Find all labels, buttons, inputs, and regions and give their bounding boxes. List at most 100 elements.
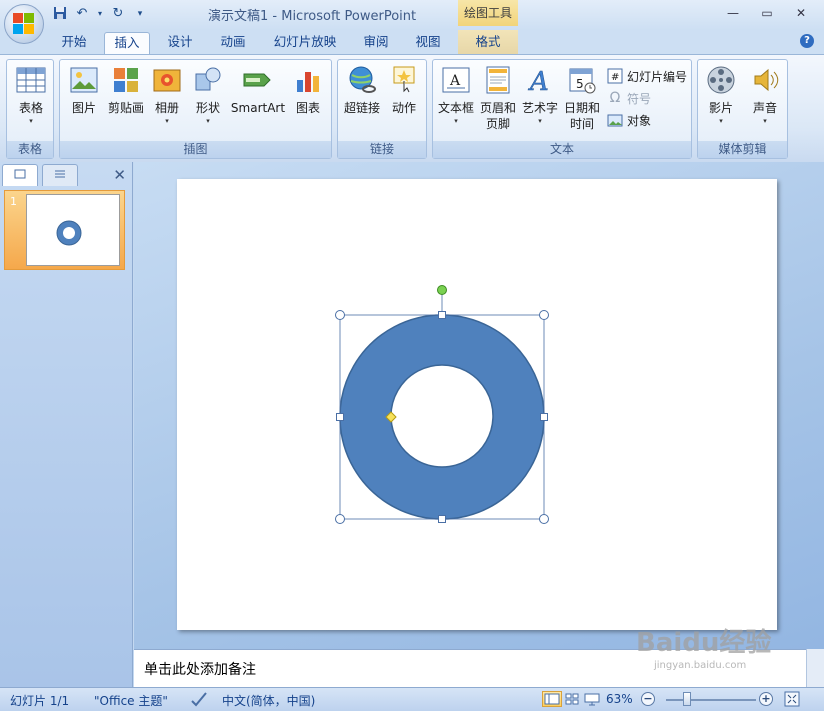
- donut-shape: [339, 314, 545, 520]
- chart-button[interactable]: 图表: [288, 64, 328, 136]
- ribbon-tabs: 开始 插入 设计 动画 幻灯片放映 审阅 视图 格式 ?: [0, 30, 824, 54]
- slide-sorter-view-icon[interactable]: [562, 691, 582, 707]
- zoom-in-icon[interactable]: +: [759, 692, 773, 706]
- undo-dropdown-icon[interactable]: ▾: [96, 6, 104, 22]
- save-icon[interactable]: [52, 6, 68, 22]
- notes-placeholder: 单击此处添加备注: [144, 662, 256, 678]
- office-logo-icon: [13, 13, 35, 35]
- minimize-icon[interactable]: —: [716, 2, 750, 24]
- sound-dropdown-icon: ▾: [763, 117, 767, 125]
- resize-handle-bl: [335, 514, 345, 524]
- shapes-button[interactable]: 形状 ▾: [188, 64, 228, 136]
- slide-count: 幻灯片 1/1: [10, 694, 70, 708]
- resize-handle-right: [540, 413, 548, 421]
- group-label-text: 文本: [433, 141, 691, 158]
- status-bar: 幻灯片 1/1 "Office 主题" 中文(简体，中国) 63% − +: [0, 687, 824, 711]
- resize-handle-tl: [335, 310, 345, 320]
- group-media: 影片 ▾ 声音 ▾ 媒体剪辑: [697, 59, 788, 159]
- chart-icon: [292, 64, 324, 96]
- movie-button[interactable]: 影片 ▾: [700, 64, 742, 136]
- zoom-level[interactable]: 63%: [606, 692, 633, 706]
- zoom-slider[interactable]: [666, 699, 756, 701]
- window-title: 演示文稿1 - Microsoft PowerPoint: [208, 9, 417, 24]
- header-footer-button[interactable]: 页眉和 页脚: [477, 64, 519, 136]
- table-dropdown-icon: ▾: [29, 117, 33, 125]
- tab-review[interactable]: 审阅: [356, 32, 396, 54]
- action-button[interactable]: 动作: [384, 64, 424, 136]
- ribbon: 表格 ▾ 表格 图片 剪贴画 相册 ▾ 形状 ▾ SmartArt 图表 插图 …: [0, 54, 824, 162]
- smartart-icon: [242, 64, 274, 96]
- slide-canvas[interactable]: [177, 179, 777, 630]
- hyperlink-button[interactable]: 超链接: [340, 64, 384, 136]
- speaker-icon: [749, 64, 781, 96]
- wordart-button[interactable]: A 艺术字 ▾: [519, 64, 561, 136]
- object-button[interactable]: 对象: [607, 110, 651, 130]
- textbox-icon: A: [440, 64, 472, 96]
- tab-animation[interactable]: 动画: [212, 32, 254, 54]
- tab-format[interactable]: 格式: [466, 32, 510, 54]
- slide-number-icon: #: [607, 68, 623, 84]
- customize-qat-icon[interactable]: ▾: [132, 6, 148, 22]
- sound-button[interactable]: 声音 ▾: [744, 64, 786, 136]
- wordart-dropdown-icon: ▾: [538, 117, 542, 125]
- close-icon[interactable]: ✕: [784, 2, 818, 24]
- notes-scrollbar[interactable]: [806, 649, 824, 687]
- baidu-watermark: Baidu经验 jingyan.baidu.com: [636, 628, 772, 671]
- fit-to-window-icon[interactable]: [784, 691, 800, 710]
- language: 中文(简体，中国): [222, 694, 316, 708]
- picture-icon: [68, 64, 100, 96]
- tab-insert[interactable]: 插入: [104, 32, 150, 54]
- textbox-button[interactable]: A 文本框 ▾: [435, 64, 477, 136]
- slide-workspace: [134, 162, 824, 649]
- photo-album-dropdown-icon: ▾: [165, 117, 169, 125]
- tab-view[interactable]: 视图: [408, 32, 448, 54]
- tab-home[interactable]: 开始: [54, 32, 94, 54]
- resize-handle-left: [336, 413, 344, 421]
- picture-button[interactable]: 图片: [64, 64, 104, 136]
- object-icon: [607, 112, 623, 128]
- slide-thumbnail[interactable]: [26, 194, 120, 266]
- slide-thumbnail-selected[interactable]: 1: [4, 190, 125, 270]
- resize-handle-top: [438, 311, 446, 319]
- zoom-out-icon[interactable]: −: [641, 692, 655, 706]
- rotation-handle: [437, 285, 447, 295]
- textbox-dropdown-icon: ▾: [454, 117, 458, 125]
- tab-outline[interactable]: [42, 164, 78, 186]
- tab-slides[interactable]: [2, 164, 38, 186]
- office-button[interactable]: [4, 4, 44, 44]
- tab-design[interactable]: 设计: [160, 32, 200, 54]
- slideshow-view-icon[interactable]: [582, 691, 602, 707]
- group-table: 表格 ▾ 表格: [6, 59, 54, 159]
- redo-icon[interactable]: ↻: [110, 6, 126, 22]
- close-panel-icon[interactable]: ✕: [113, 166, 126, 184]
- spellcheck-icon[interactable]: [190, 691, 208, 710]
- smartart-button[interactable]: SmartArt: [230, 64, 286, 136]
- slide-number-button[interactable]: # 幻灯片编号: [607, 66, 687, 86]
- group-illustrations: 图片 剪贴画 相册 ▾ 形状 ▾ SmartArt 图表 插图: [59, 59, 332, 159]
- svg-text:5: 5: [576, 77, 584, 91]
- group-label-illustrations: 插图: [60, 141, 331, 158]
- photo-album-button[interactable]: 相册 ▾: [148, 64, 186, 136]
- movie-dropdown-icon: ▾: [719, 117, 723, 125]
- shapes-dropdown-icon: ▾: [206, 117, 210, 125]
- clipart-button[interactable]: 剪贴画: [106, 64, 146, 136]
- table-icon: [15, 64, 47, 96]
- zoom-slider-thumb[interactable]: [683, 692, 691, 706]
- svg-text:A: A: [528, 67, 549, 94]
- symbol-button[interactable]: Ω 符号: [607, 88, 651, 108]
- quick-access-toolbar: ↶ ▾ ↻ ▾: [52, 6, 148, 22]
- normal-view-icon[interactable]: [542, 691, 562, 707]
- resize-handle-bottom: [438, 515, 446, 523]
- maximize-icon[interactable]: ▭: [750, 2, 784, 24]
- table-button[interactable]: 表格 ▾: [11, 64, 51, 136]
- drawing-tools-context-title: 绘图工具: [458, 0, 518, 26]
- undo-icon[interactable]: ↶: [74, 6, 90, 22]
- slide-drawing: [335, 285, 549, 524]
- slides-panel: ✕ 1: [0, 162, 133, 687]
- hyperlink-icon: [346, 64, 378, 96]
- help-icon[interactable]: ?: [800, 34, 814, 48]
- date-time-button[interactable]: 5 日期和 时间: [561, 64, 603, 136]
- tab-slideshow[interactable]: 幻灯片放映: [266, 32, 344, 54]
- group-label-table: 表格: [7, 141, 53, 158]
- group-label-links: 链接: [338, 141, 426, 158]
